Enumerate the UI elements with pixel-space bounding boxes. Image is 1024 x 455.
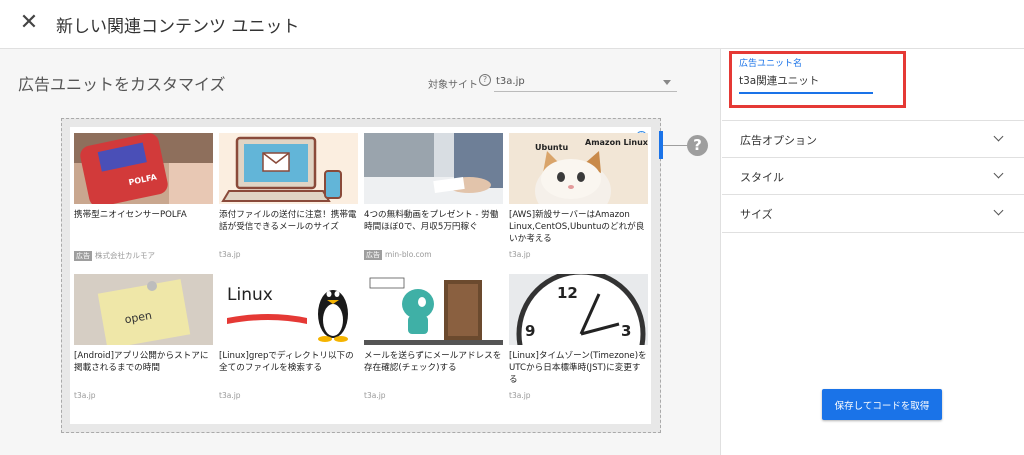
card-source: min-blo.com [385,250,432,259]
card-title: 添付ファイルの送付に注意！携帯電話が受信できるメールのサイズ [219,210,357,232]
customize-panel: 広告ユニットをカスタマイズ 対象サイト ? t3a.jp i POLFA [0,49,720,455]
card-thumbnail: Linux [219,274,358,345]
chevron-down-icon [993,168,1004,179]
dialog-header: ✕ 新しい関連コンテンツ ユニット [0,0,1024,49]
card-thumbnail [219,133,358,204]
card-title: 携帯型ニオイセンサーPOLFA [74,210,187,220]
site-select[interactable]: t3a.jp [494,73,677,92]
card-meta: 広告 min-blo.com [364,250,432,260]
card-source: t3a.jp [74,391,96,400]
ad-card[interactable]: メールを送らずにメールアドレスを存在確認(チェック)する t3a.jp [360,274,503,417]
clock-3-text: 3 [621,322,631,340]
card-source: t3a.jp [509,391,531,400]
ad-card[interactable]: 4つの無料動画をプレゼント - 労働時間ほぼ0で、月収5万円稼ぐ 広告 min-b… [360,133,503,276]
clock-12-text: 12 [557,284,578,302]
card-thumbnail: POLFA [74,133,213,204]
site-select-value: t3a.jp [496,76,525,87]
ad-badge: 広告 [364,250,382,260]
accordion-size[interactable]: サイズ [722,194,1024,233]
card-title: [Linux]タイムゾーン(Timezone)をUTCから日本標準時(JST)に… [509,351,647,385]
ad-unit-name-underline [739,92,873,94]
card-title: [Linux]grepでディレクトリ以下の全てのファイルを検索する [219,351,354,373]
help-connector [663,145,687,146]
section-title: 広告ユニットをカスタマイズ [18,75,226,94]
chevron-down-icon [993,205,1004,216]
ad-preview-grid: i POLFA 携帯型ニオイセンサーPOLFA 広告株式会社カルモア [70,127,651,424]
card-source: 株式会社カルモア [95,251,155,260]
card-source: t3a.jp [219,391,241,400]
ubuntu-text: Ubuntu [535,143,568,152]
dialog-title: 新しい関連コンテンツ ユニット [56,17,300,37]
accordion-ad-options[interactable]: 広告オプション [722,120,1024,158]
card-source: t3a.jp [219,250,241,259]
card-source: t3a.jp [364,391,386,400]
card-thumbnail [364,133,503,204]
card-thumbnail: Ubuntu Amazon Linux [509,133,648,204]
clock-9-text: 9 [525,322,535,340]
help-circle-icon[interactable]: ? [687,135,708,156]
dropdown-caret-icon [663,80,671,85]
ad-preview: i POLFA 携帯型ニオイセンサーPOLFA 広告株式会社カルモア [61,118,661,433]
ad-unit-name-input[interactable]: t3a関連ユニット [739,73,819,88]
amazon-linux-text: Amazon Linux [585,138,648,147]
ad-card[interactable]: 添付ファイルの送付に注意！携帯電話が受信できるメールのサイズ t3a.jp [215,133,358,276]
site-label: 対象サイト [428,80,478,91]
card-meta: 広告 株式会社カルモア [74,250,155,261]
chevron-down-icon [993,131,1004,142]
card-title: メールを送らずにメールアドレスを存在確認(チェック)する [364,351,502,373]
card-title: [AWS]新設サーバーはAmazon Linux,CentOS,Ubuntuのど… [509,210,645,244]
linux-text: Linux [227,285,273,305]
close-icon[interactable]: ✕ [18,11,40,35]
ad-card[interactable]: POLFA 携帯型ニオイセンサーPOLFA 広告 株式会社カルモア [70,133,213,276]
accordion-style[interactable]: スタイル [722,157,1024,195]
accordion-label: サイズ [740,208,773,221]
card-thumbnail [364,274,503,345]
ad-card[interactable]: 12 9 3 [Linux]タイムゾーン(Timezone)をUTCから日本標準… [505,274,648,417]
card-thumbnail: open [74,274,213,345]
ad-card[interactable]: Ubuntu Amazon Linux [AWS]新設サーバーはAmazon L… [505,133,648,276]
save-and-get-code-button[interactable]: 保存してコードを取得 [822,389,942,420]
accordion-label: 広告オプション [740,134,817,147]
ad-unit-name-label: 広告ユニット名 [739,59,803,69]
ad-card[interactable]: Linux [Linux]grepでディレクトリ以下の全てのファイルを検索する … [215,274,358,417]
card-thumbnail: 12 9 3 [509,274,648,345]
help-icon[interactable]: ? [479,74,491,86]
accordion-label: スタイル [740,171,784,184]
card-source: t3a.jp [509,250,531,259]
ad-card[interactable]: open [Android]アプリ公開からストアに掲載されるまでの時間 t3a.… [70,274,213,417]
card-title: [Android]アプリ公開からストアに掲載されるまでの時間 [74,351,209,373]
card-title: 4つの無料動画をプレゼント - 労働時間ほぼ0で、月収5万円稼ぐ [364,210,499,232]
ad-badge: 広告 [74,251,92,261]
